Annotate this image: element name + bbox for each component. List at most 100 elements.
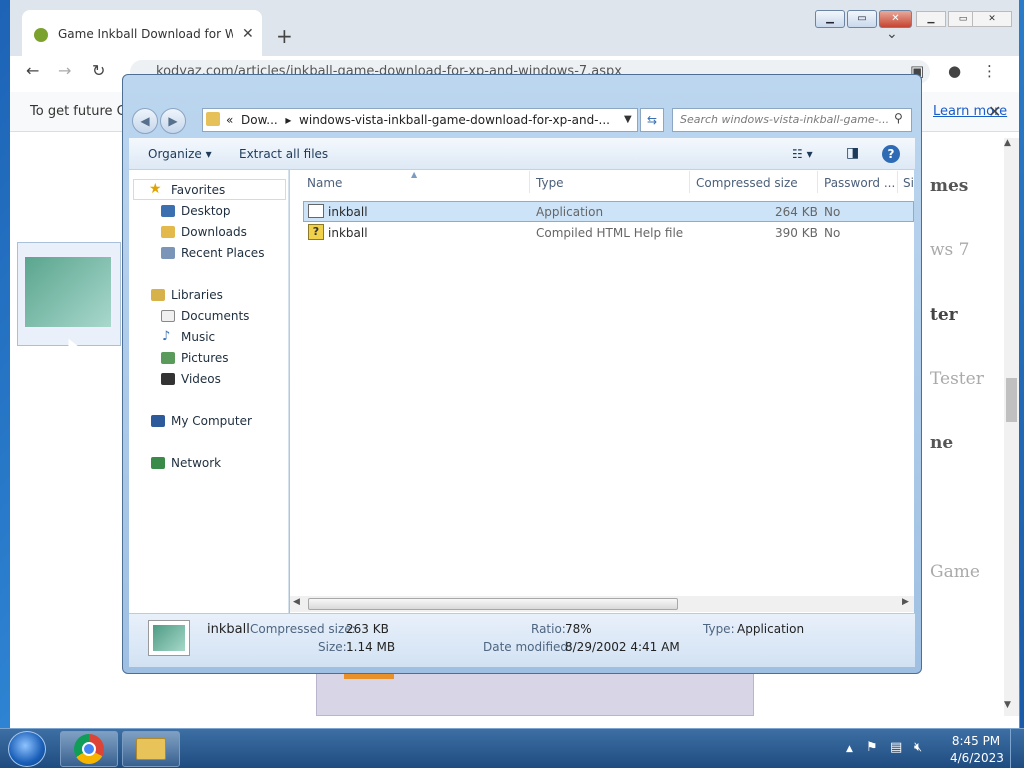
menu-icon[interactable]: ⋮: [982, 62, 997, 80]
application-icon: [308, 204, 324, 218]
column-password[interactable]: Password ...: [824, 176, 895, 190]
column-divider[interactable]: [897, 171, 898, 193]
music-icon: ♪: [162, 329, 171, 344]
profile-avatar-icon[interactable]: ●: [948, 62, 961, 80]
nav-recent-places[interactable]: Recent Places: [181, 246, 264, 260]
search-icon[interactable]: ⚲: [894, 111, 903, 125]
explorer-close-button[interactable]: ✕: [879, 10, 912, 28]
network-tray-icon[interactable]: ▤: [890, 740, 902, 755]
show-desktop-button[interactable]: [1010, 729, 1024, 768]
clock-date: 4/6/2023: [950, 751, 1004, 765]
file-password: No: [824, 226, 841, 240]
page-text-5: ne: [930, 433, 954, 453]
details-ratio-label: Ratio:: [531, 622, 566, 636]
libraries-icon: [151, 289, 165, 301]
breadcrumb-downloads[interactable]: Dow...: [241, 113, 278, 127]
pictures-icon: [161, 352, 175, 364]
breadcrumb-folder[interactable]: windows-vista-inkball-game-download-for-…: [299, 113, 610, 127]
clock[interactable]: 8:45 PM 4/6/2023: [950, 734, 1004, 765]
sort-arrow-icon: ▲: [411, 170, 418, 179]
details-type-label: Type:: [703, 622, 735, 636]
details-ratio-value: 78%: [565, 622, 592, 636]
preview-pane-icon[interactable]: ◨: [846, 145, 859, 161]
help-icon[interactable]: ?: [882, 145, 900, 163]
scroll-right-icon[interactable]: ▶: [902, 597, 909, 607]
volume-muted-icon[interactable]: 🔇︎: [914, 740, 922, 755]
scroll-down-icon[interactable]: ▼: [1004, 700, 1011, 710]
tray-expand-icon[interactable]: ▲: [846, 744, 853, 754]
column-compressed-size[interactable]: Compressed size: [696, 176, 798, 190]
column-name[interactable]: Name: [307, 176, 342, 190]
details-modified-label: Date modified:: [483, 640, 573, 654]
extract-all-button[interactable]: Extract all files: [239, 147, 328, 161]
column-divider[interactable]: [529, 171, 530, 193]
new-tab-button[interactable]: +: [276, 24, 293, 48]
details-file-name: inkball: [207, 622, 250, 637]
nav-documents[interactable]: Documents: [181, 309, 249, 323]
start-button-icon[interactable]: [8, 731, 46, 767]
details-compressed-value: 263 KB: [346, 622, 389, 636]
tab-search-icon[interactable]: ⌄: [886, 26, 898, 42]
refresh-icon[interactable]: ⇆: [640, 108, 664, 132]
dragged-file-thumbnail: [23, 255, 113, 329]
info-bar-close-icon[interactable]: ✕: [988, 102, 1001, 121]
breadcrumb[interactable]: « Dow... ▸ windows-vista-inkball-game-do…: [226, 113, 610, 127]
page-text-2: ws 7: [930, 240, 970, 260]
info-bar-text: To get future Go: [30, 104, 135, 119]
browser-minimize-button[interactable]: ▁: [916, 11, 946, 27]
nav-desktop[interactable]: Desktop: [181, 204, 231, 218]
action-center-flag-icon[interactable]: ⚑: [866, 740, 878, 755]
recent-places-icon: [161, 247, 175, 259]
forward-button-icon[interactable]: ▶: [160, 108, 186, 134]
nav-downloads[interactable]: Downloads: [181, 225, 247, 239]
nav-pictures[interactable]: Pictures: [181, 351, 229, 365]
file-compressed-size: 390 KB: [775, 226, 818, 240]
network-icon: [151, 457, 165, 469]
nav-favorites[interactable]: Favorites: [171, 183, 225, 197]
folder-icon: [136, 738, 166, 760]
nav-videos[interactable]: Videos: [181, 372, 221, 386]
page-scrollbar-thumb[interactable]: [1006, 378, 1017, 422]
scroll-up-icon[interactable]: ▲: [1004, 138, 1011, 148]
zip-folder-icon: [206, 112, 220, 126]
nav-my-computer[interactable]: My Computer: [171, 414, 252, 428]
column-size[interactable]: Si: [903, 176, 914, 190]
back-icon[interactable]: ←: [26, 61, 39, 80]
page-scrollbar[interactable]: [1004, 138, 1019, 716]
back-button-icon[interactable]: ◀: [132, 108, 158, 134]
page-text-4: Tester: [930, 369, 984, 389]
view-options-icon[interactable]: ☷ ▾: [792, 147, 813, 161]
nav-network[interactable]: Network: [171, 456, 221, 470]
details-type-value: Application: [737, 622, 805, 636]
explorer-maximize-button[interactable]: ▭: [847, 10, 877, 28]
desktop-icon: [161, 205, 175, 217]
explorer-minimize-button[interactable]: ▁: [815, 10, 845, 28]
file-type: Application: [536, 205, 604, 219]
help-file-icon: ?: [308, 224, 324, 240]
site-favicon-icon: [34, 28, 48, 42]
nav-libraries[interactable]: Libraries: [171, 288, 223, 302]
tab-title: Game Inkball Download for Windows XP: [58, 27, 233, 41]
details-compressed-label: Compressed size:: [250, 622, 356, 636]
column-divider[interactable]: [817, 171, 818, 193]
details-size-label: Size:: [318, 640, 347, 654]
file-password: No: [824, 205, 841, 219]
column-divider[interactable]: [689, 171, 690, 193]
scroll-left-icon[interactable]: ◀: [293, 597, 300, 607]
game-image-accent: [344, 674, 394, 679]
file-compressed-size: 264 KB: [775, 205, 818, 219]
column-type[interactable]: Type: [536, 176, 564, 190]
tab-close-icon[interactable]: ✕: [242, 26, 254, 42]
browser-close-button[interactable]: ✕: [972, 11, 1012, 27]
reload-icon[interactable]: ↻: [92, 61, 105, 80]
nav-music[interactable]: Music: [181, 330, 215, 344]
videos-icon: [161, 373, 175, 385]
horizontal-scrollbar-thumb[interactable]: [308, 598, 678, 610]
breadcrumb-overflow-icon[interactable]: «: [226, 113, 233, 127]
details-modified-value: 8/29/2002 4:41 AM: [565, 640, 680, 654]
breadcrumb-separator-icon[interactable]: ▸: [285, 113, 291, 127]
table-row[interactable]: [303, 201, 914, 222]
organize-button[interactable]: Organize ▾: [148, 147, 212, 161]
address-dropdown-icon[interactable]: ▼: [624, 114, 632, 125]
forward-icon[interactable]: →: [58, 61, 71, 80]
